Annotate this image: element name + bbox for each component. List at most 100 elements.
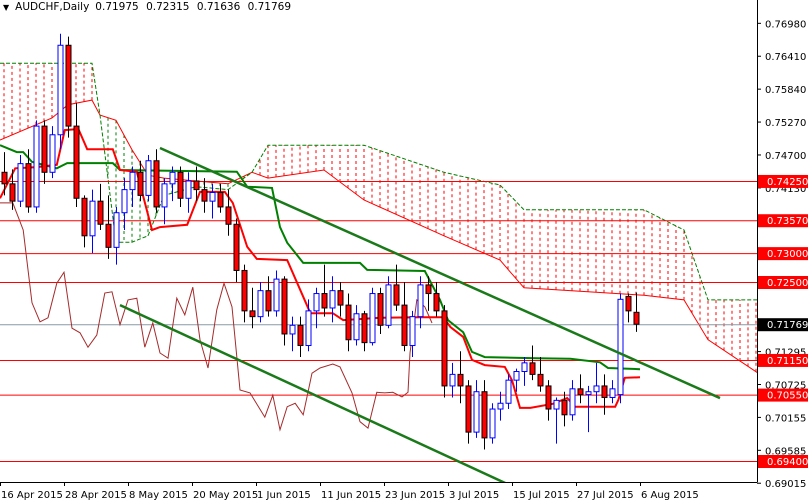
- candle-body: [97, 200, 104, 225]
- bull-candle: [385, 276, 392, 329]
- date-tick-label: 23 Jun 2015: [385, 490, 445, 501]
- candle-body: [257, 290, 264, 318]
- price-axis: 0.769800.764100.758400.752700.747000.741…: [757, 19, 808, 490]
- candle-body: [209, 192, 216, 202]
- bull-candle: [289, 316, 296, 352]
- candle-body: [625, 295, 632, 312]
- candle-body: [225, 206, 232, 225]
- candle-body: [129, 171, 136, 191]
- candle-body: [441, 310, 448, 387]
- candle-body: [609, 388, 616, 398]
- candle-body: [449, 373, 456, 387]
- bull-candle: [521, 357, 528, 386]
- date-tick-label: 27 Jul 2015: [577, 490, 634, 501]
- candle-body: [425, 284, 432, 295]
- bear-candle: [337, 282, 344, 317]
- bull-candle: [185, 172, 192, 213]
- bull-candle: [609, 380, 616, 404]
- current-price-label: 0.71769: [767, 320, 808, 331]
- bear-candle: [481, 380, 488, 450]
- candle-body: [9, 183, 16, 202]
- bull-candle: [369, 287, 376, 346]
- bear-candle: [241, 264, 248, 323]
- level-price-label: 0.72500: [767, 278, 808, 289]
- bear-candle: [105, 195, 112, 259]
- date-tick-label: 11 Jun 2015: [321, 490, 381, 501]
- candle-body: [281, 278, 288, 335]
- price-chart[interactable]: 0.769800.764100.758400.752700.747000.741…: [0, 0, 808, 504]
- bear-candle: [361, 310, 368, 352]
- candle-body: [305, 310, 312, 347]
- bull-candle: [417, 276, 424, 329]
- bull-candle: [617, 293, 624, 404]
- bull-candle: [145, 154, 152, 202]
- bull-candle: [593, 362, 600, 404]
- bull-candle: [17, 154, 24, 207]
- candle-body: [585, 391, 592, 396]
- bear-candle: [41, 120, 48, 184]
- price-tick-label: 0.76410: [765, 52, 806, 63]
- low-value: 0.71636: [196, 1, 241, 13]
- candle-body: [249, 310, 256, 318]
- price-tick-label: 0.74700: [765, 151, 806, 162]
- candle-body: [393, 284, 400, 306]
- candle-body: [505, 379, 512, 404]
- chart-title: ▼ AUDCHF,Daily 0.71975 0.72315 0.71636 0…: [3, 1, 296, 13]
- bear-candle: [577, 374, 584, 404]
- candle-body: [241, 269, 248, 312]
- candle-body: [273, 278, 280, 312]
- bull-candle: [497, 391, 504, 421]
- bear-candle: [601, 374, 608, 415]
- candle-body: [49, 134, 56, 173]
- candle-body: [337, 290, 344, 306]
- candles: [1, 33, 640, 450]
- candle-body: [185, 180, 192, 199]
- bull-candle: [313, 287, 320, 329]
- bull-candle: [57, 33, 64, 150]
- close-value: 0.71769: [247, 1, 292, 13]
- bear-candle: [345, 293, 352, 352]
- date-tick-label: 28 Apr 2015: [65, 490, 127, 501]
- bear-candle: [233, 218, 240, 282]
- candle-body: [329, 290, 336, 309]
- bull-candle: [505, 374, 512, 410]
- date-tick-label: 20 May 2015: [193, 490, 258, 501]
- bear-candle: [401, 282, 408, 352]
- open-value: 0.71975: [95, 1, 139, 13]
- bear-candle: [441, 305, 448, 398]
- time-axis: 16 Apr 2015 28 Apr 2015 8 May 2015 20 May 2…: [0, 482, 699, 501]
- bull-candle: [129, 166, 136, 207]
- candle-body: [537, 373, 544, 387]
- triangle-down-icon[interactable]: ▼: [3, 3, 9, 12]
- level-price-label: 0.70550: [767, 391, 808, 402]
- candle-body: [433, 293, 440, 312]
- candle-body: [369, 293, 376, 344]
- bear-candle: [633, 292, 640, 332]
- bear-candle: [177, 166, 184, 207]
- candle-body: [113, 212, 120, 248]
- price-tick-label: 0.75270: [765, 118, 806, 129]
- bear-candle: [393, 264, 400, 311]
- candle-body: [65, 44, 72, 127]
- candle-body: [121, 189, 128, 214]
- bear-candle: [433, 282, 440, 317]
- candle-body: [137, 171, 144, 196]
- bull-candle: [473, 380, 480, 438]
- bull-candle: [585, 385, 592, 433]
- date-tick-label: 15 Jul 2015: [513, 490, 570, 501]
- date-tick-label: 1 Jun 2015: [257, 490, 311, 501]
- date-tick-label: 6 Aug 2015: [641, 490, 699, 501]
- candle-body: [401, 304, 408, 347]
- candle-body: [297, 324, 304, 347]
- bull-candle: [209, 183, 216, 219]
- candle-body: [73, 125, 80, 199]
- candle-body: [33, 125, 40, 208]
- bear-candle: [537, 357, 544, 392]
- price-tick-label: 0.76980: [765, 19, 806, 30]
- price-tick-label: 0.69015: [765, 479, 806, 490]
- bear-candle: [321, 264, 328, 317]
- candle-body: [177, 171, 184, 199]
- candle-body: [617, 298, 624, 396]
- candle-body: [89, 200, 96, 237]
- candle-body: [569, 388, 576, 416]
